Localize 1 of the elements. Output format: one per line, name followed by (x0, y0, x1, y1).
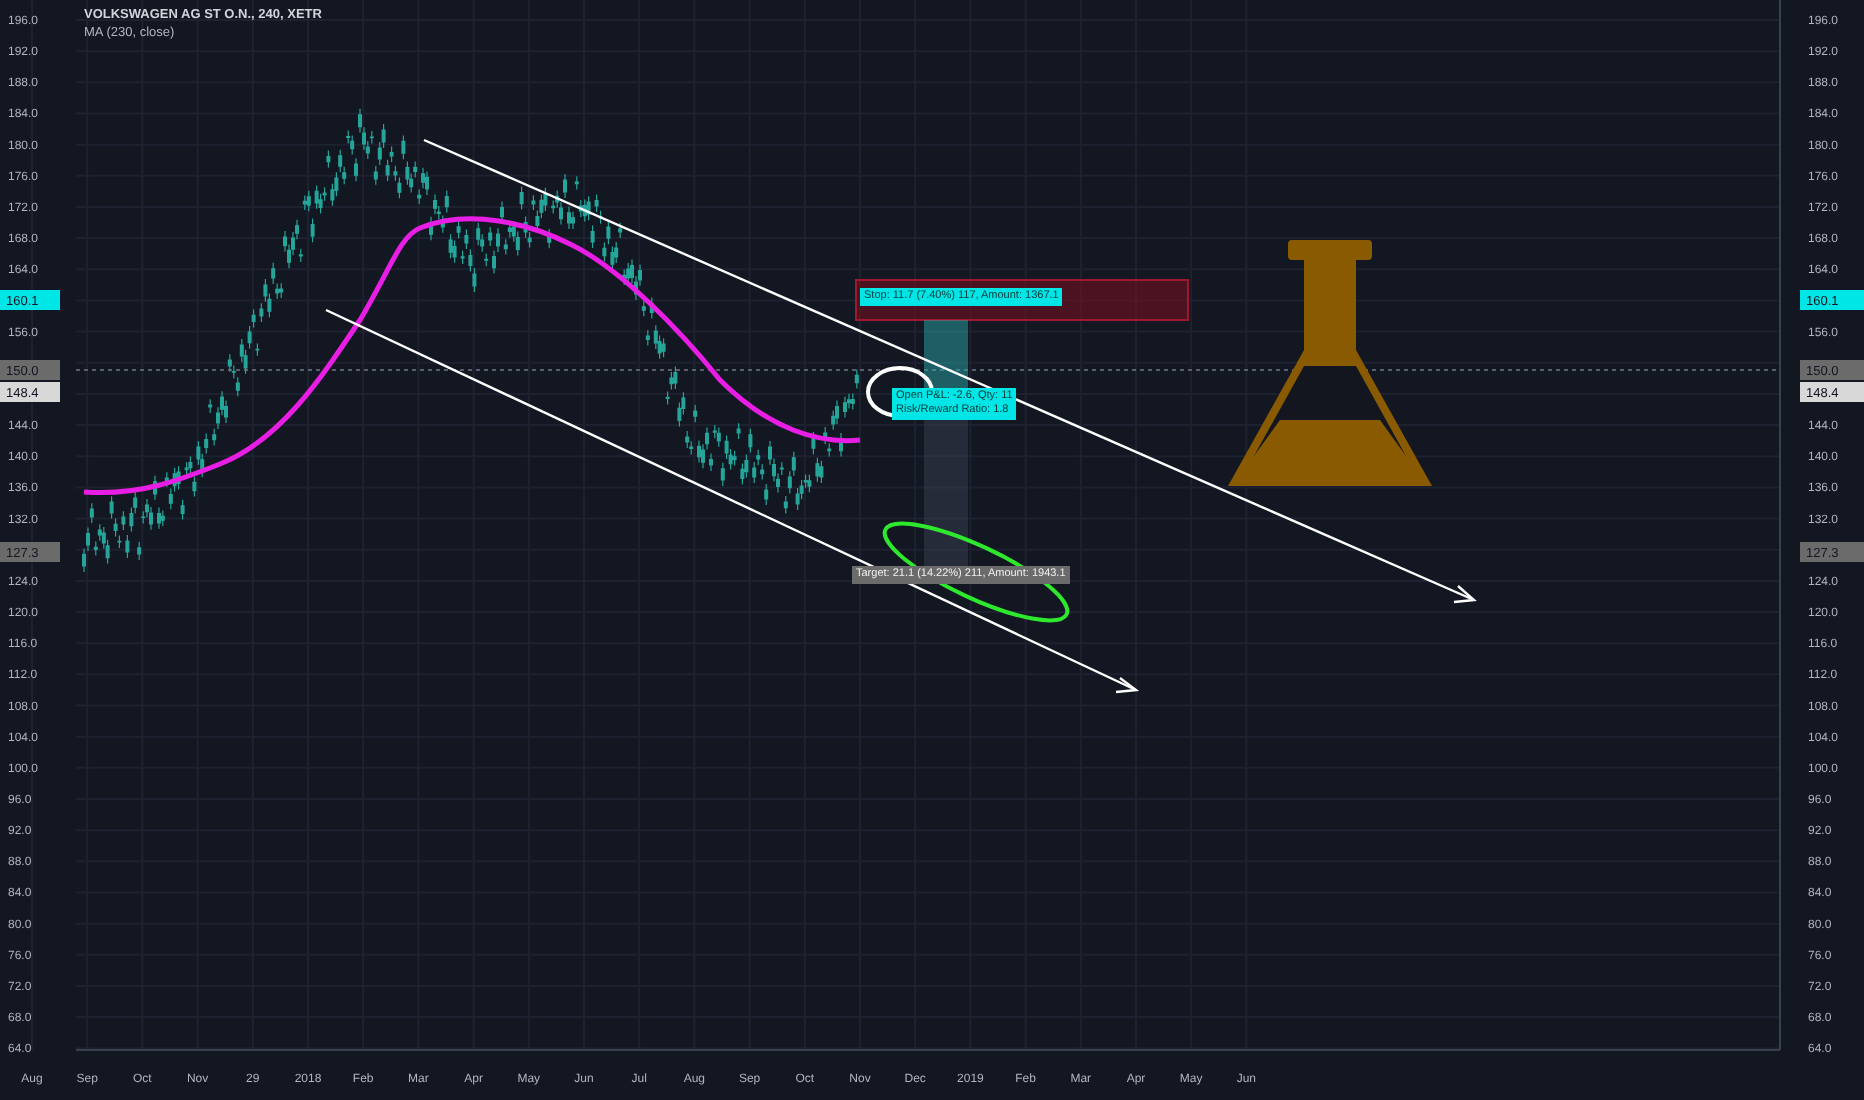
flask-icon (1228, 240, 1432, 486)
